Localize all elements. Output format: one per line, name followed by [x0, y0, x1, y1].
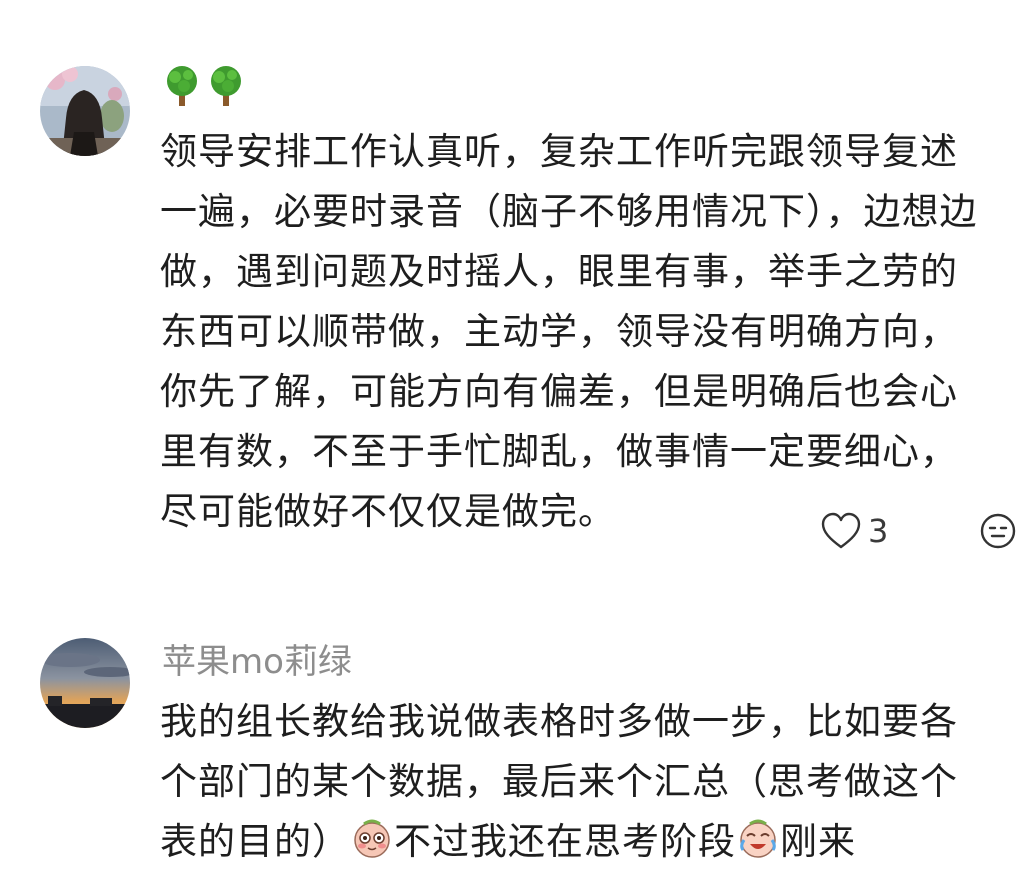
- tree-icon: [167, 66, 197, 106]
- heart-icon[interactable]: [820, 511, 862, 551]
- tree-icon: [211, 66, 241, 106]
- comment-item: 领导安排工作认真听，复杂工作听完跟领导复述一遍，必要时录音（脑子不够用情况下），…: [0, 0, 1032, 600]
- avatar[interactable]: [40, 638, 130, 728]
- comment-item: 苹果mo莉绿 我的组长教给我说做表格时多做一步，比如要各个部门的某个数据，最后来…: [0, 620, 1032, 873]
- avatar-image: [40, 638, 130, 728]
- username[interactable]: [162, 64, 250, 108]
- username[interactable]: 苹果mo莉绿: [162, 640, 352, 684]
- comment-actions: 3: [820, 506, 1018, 556]
- comment-text-part: 不过我还在思考阶段: [394, 820, 736, 863]
- like-count: 3: [868, 512, 889, 550]
- avatar[interactable]: [40, 66, 130, 156]
- avatar-image: [40, 66, 130, 156]
- comment-text: 我的组长教给我说做表格时多做一步，比如要各个部门的某个数据，最后来个汇总（思考做…: [160, 692, 990, 872]
- comment-text: 领导安排工作认真听，复杂工作听完跟领导复述一遍，必要时录音（脑子不够用情况下），…: [160, 130, 978, 533]
- crying-laugh-icon: [740, 819, 776, 858]
- emoji-reaction-icon[interactable]: [978, 511, 1018, 551]
- comment-text-part: 刚来: [780, 820, 856, 863]
- shy-face-icon: [354, 819, 390, 858]
